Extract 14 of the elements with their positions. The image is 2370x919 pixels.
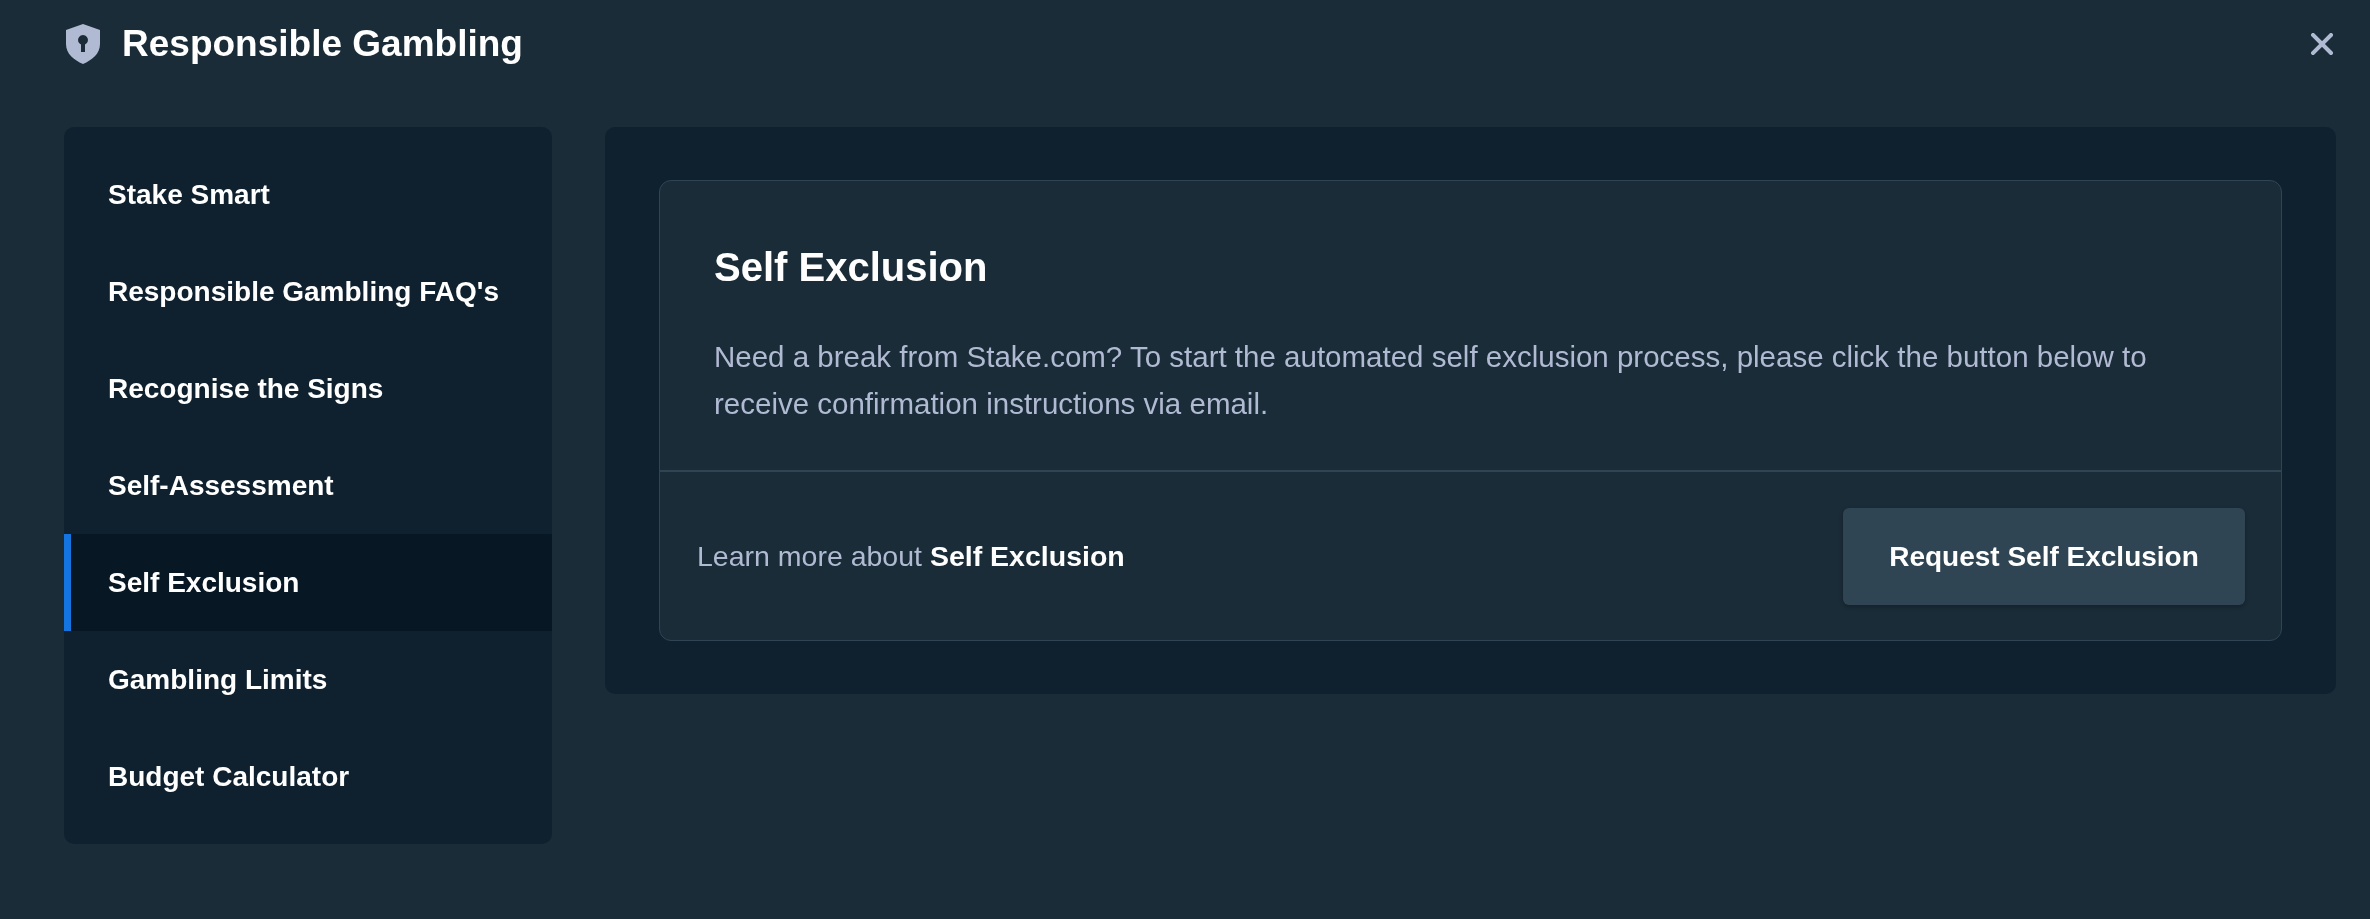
- shield-keyhole-icon: [66, 24, 100, 64]
- sidebar-item[interactable]: Gambling Limits: [64, 631, 552, 728]
- sidebar-item[interactable]: Recognise the Signs: [64, 340, 552, 437]
- sidebar-item[interactable]: Self-Assessment: [64, 437, 552, 534]
- sidebar-item[interactable]: Self Exclusion: [64, 534, 552, 631]
- close-icon[interactable]: [2311, 33, 2333, 55]
- card-title: Self Exclusion: [714, 244, 989, 291]
- request-self-exclusion-button[interactable]: Request Self Exclusion: [1843, 508, 2245, 605]
- sidebar-item[interactable]: Stake Smart: [64, 146, 552, 243]
- sidebar-item[interactable]: Responsible Gambling FAQ's: [64, 243, 552, 340]
- card-description: Need a break from Stake.com? To start the automated self exclusion process, please click the button below to receive confirmation instructions via email.: [714, 339, 2148, 422]
- learn-more-link[interactable]: Learn more about Self Exclusion: [697, 540, 1125, 573]
- modal-title: Responsible Gambling: [122, 22, 524, 66]
- sidebar-item[interactable]: Budget Calculator: [64, 728, 552, 825]
